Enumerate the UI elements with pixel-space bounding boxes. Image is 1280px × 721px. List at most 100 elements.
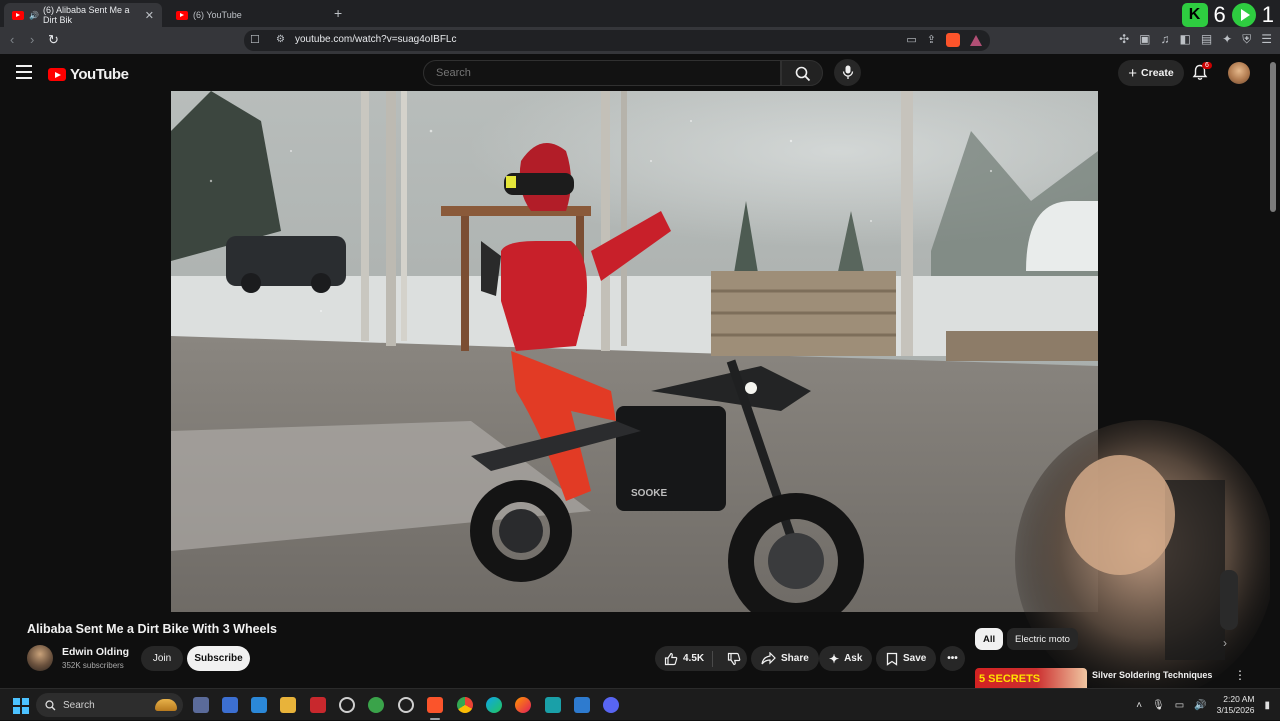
- recommendation-title[interactable]: Silver Soldering Techniques: [1092, 670, 1212, 680]
- firefox-icon[interactable]: [515, 697, 531, 713]
- vscode-icon[interactable]: [574, 697, 590, 713]
- counter-b: 1: [1261, 2, 1274, 27]
- notification-count-badge: 6: [1202, 62, 1212, 69]
- tab-video[interactable]: 🔊 (6) Alibaba Sent Me a Dirt Bik ✕: [4, 3, 162, 27]
- chevron-right-icon[interactable]: ›: [1223, 636, 1227, 650]
- save-playlist-icon: [886, 652, 898, 666]
- ask-button[interactable]: ✦ Ask: [819, 646, 873, 671]
- clock-time: 2:20 AM: [1223, 694, 1255, 704]
- music-icon[interactable]: ♫: [1160, 32, 1169, 47]
- kick-icon: K: [1181, 3, 1208, 27]
- youtube-favicon-icon: [12, 10, 24, 20]
- clock-app-icon[interactable]: [339, 697, 355, 713]
- windows-start-icon[interactable]: [13, 698, 29, 714]
- discord-icon[interactable]: [603, 697, 619, 713]
- thumbnail-text: 5 SECRETS: [979, 673, 1041, 685]
- taskbar-search[interactable]: Search: [36, 693, 183, 717]
- app-icon-4[interactable]: [368, 697, 384, 713]
- brave-rewards-icon[interactable]: [970, 35, 982, 46]
- thumbs-up-icon: [664, 652, 678, 665]
- microphone-tray-icon[interactable]: 🎙: [1152, 700, 1165, 711]
- search-icon: [45, 699, 56, 710]
- tab-label: (6) Alibaba Sent Me a Dirt Bik: [42, 5, 130, 25]
- chip-all[interactable]: All: [975, 628, 1004, 650]
- vpn-shield-icon[interactable]: ⛨: [1242, 32, 1251, 47]
- bookmark-icon[interactable]: ☐: [250, 33, 260, 46]
- notification-center-icon[interactable]: ▮: [1264, 700, 1270, 711]
- chevron-up-icon[interactable]: ˄: [1136, 700, 1142, 711]
- share-button[interactable]: Share: [751, 646, 819, 671]
- video-player[interactable]: SOOKE: [171, 91, 1098, 612]
- share-page-icon[interactable]: ⇪: [927, 33, 936, 47]
- video-title: Alibaba Sent Me a Dirt Bike With 3 Wheel…: [27, 622, 277, 636]
- close-tab-icon[interactable]: ✕: [145, 9, 154, 22]
- app-icon-2[interactable]: [251, 697, 267, 713]
- new-tab-button[interactable]: +: [334, 5, 342, 21]
- recommendation-thumbnail[interactable]: 5 SECRETS: [975, 668, 1087, 690]
- search-highlight-icon: [155, 699, 177, 711]
- address-bar[interactable]: ☐ ⚙ youtube.com/watch?v=suag4oIBFLc ▭ ⇪: [244, 30, 990, 51]
- task-view-icon[interactable]: [193, 697, 209, 713]
- leo-ai-icon[interactable]: ✦: [1222, 32, 1232, 47]
- create-button[interactable]: + Create: [1118, 60, 1184, 86]
- system-clock[interactable]: 2:20 AM 3/15/2026: [1217, 694, 1255, 716]
- like-dislike-group: 4.5K: [655, 646, 747, 671]
- youtube-favicon-icon: [176, 10, 188, 20]
- site-info-icon[interactable]: ⚙: [276, 34, 285, 45]
- chrome-icon[interactable]: [457, 697, 473, 713]
- browser-tab-strip: 🔊 (6) Alibaba Sent Me a Dirt Bik ✕ (6) Y…: [0, 0, 1280, 27]
- youtube-wordmark: YouTube: [70, 66, 129, 83]
- microphone-icon: [842, 65, 854, 79]
- cast-icon[interactable]: ▭: [906, 33, 916, 47]
- app-icon-5[interactable]: [398, 697, 414, 713]
- subscriber-count: 352K subscribers: [62, 661, 124, 670]
- plus-icon: +: [1128, 64, 1138, 82]
- kebab-menu-icon[interactable]: ⋮: [1234, 668, 1246, 682]
- voice-search-button[interactable]: [834, 59, 861, 86]
- app-icon-3[interactable]: [310, 697, 326, 713]
- app-icon-1[interactable]: [222, 697, 238, 713]
- search-input[interactable]: [423, 60, 781, 86]
- system-tray: ˄ 🎙 ▭ 🔊 2:20 AM 3/15/2026 ▮: [1136, 689, 1280, 721]
- youtube-logo[interactable]: YouTube: [48, 66, 129, 83]
- forward-icon[interactable]: ›: [30, 32, 34, 47]
- join-button[interactable]: Join: [141, 646, 183, 671]
- file-explorer-icon[interactable]: [280, 697, 296, 713]
- app-icon-6[interactable]: [545, 697, 561, 713]
- page-scrollbar[interactable]: [1270, 62, 1276, 212]
- guide-menu-icon[interactable]: [16, 65, 32, 83]
- channel-avatar[interactable]: [27, 645, 53, 671]
- back-icon[interactable]: ‹: [10, 32, 14, 47]
- save-button[interactable]: Save: [876, 646, 937, 671]
- like-count: 4.5K: [683, 653, 705, 664]
- url-text[interactable]: youtube.com/watch?v=suag4oIBFLc: [295, 34, 456, 45]
- channel-name[interactable]: Edwin Olding: [62, 646, 129, 658]
- play-icon: [1231, 3, 1256, 27]
- taskbar-search-label: Search: [63, 699, 95, 711]
- reload-icon[interactable]: ↻: [48, 32, 59, 48]
- screenshot-icon[interactable]: ▣: [1139, 32, 1150, 47]
- more-actions-button[interactable]: •••: [940, 646, 965, 671]
- brave-shields-icon[interactable]: [946, 33, 960, 47]
- sidebar-icon[interactable]: ◧: [1179, 32, 1190, 47]
- extension-puzzle-icon[interactable]: ✣: [1119, 32, 1129, 47]
- volume-icon[interactable]: 🔊: [1194, 700, 1206, 711]
- tab-youtube-home[interactable]: (6) YouTube: [168, 3, 328, 27]
- sparkle-icon: ✦: [829, 651, 840, 666]
- extensions-area: ✣ ▣ ♫ ◧ ▤ ✦ ⛨ ☰: [1119, 32, 1272, 47]
- display-icon[interactable]: ▭: [1175, 700, 1184, 711]
- wallet-icon[interactable]: ▤: [1201, 32, 1212, 47]
- account-avatar[interactable]: [1228, 62, 1250, 84]
- menu-icon[interactable]: ☰: [1261, 32, 1272, 47]
- edge-icon[interactable]: [486, 697, 502, 713]
- subscribe-button[interactable]: Subscribe: [187, 646, 250, 671]
- search-icon: [795, 66, 811, 82]
- brave-browser-icon[interactable]: [427, 697, 443, 713]
- chip-electric-moto[interactable]: Electric moto: [1007, 628, 1078, 650]
- like-button[interactable]: 4.5K: [655, 650, 713, 667]
- create-label: Create: [1141, 67, 1174, 79]
- dislike-button[interactable]: [718, 652, 741, 666]
- webcam-overlay: [1010, 420, 1275, 700]
- search-button[interactable]: [781, 60, 823, 86]
- windows-taskbar: Search ˄ 🎙 ▭ 🔊 2:20 AM 3/15/2026 ▮: [0, 688, 1280, 720]
